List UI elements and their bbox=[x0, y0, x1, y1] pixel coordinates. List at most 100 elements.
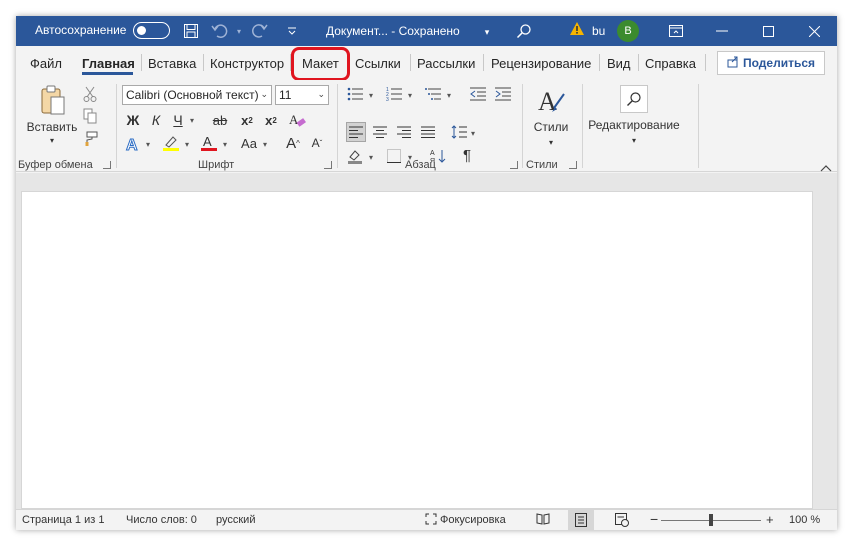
ribbon-display-icon[interactable] bbox=[653, 16, 699, 46]
tab-view[interactable]: Вид bbox=[607, 56, 631, 71]
customize-qat-icon[interactable] bbox=[281, 20, 303, 42]
search-icon[interactable] bbox=[513, 20, 535, 42]
svg-text:3: 3 bbox=[386, 97, 389, 101]
page-info[interactable]: Страница 1 из 1 bbox=[22, 514, 104, 526]
underline-button[interactable]: Ч bbox=[169, 111, 187, 129]
strikethrough-button[interactable]: ab bbox=[210, 111, 230, 129]
focus-icon[interactable] bbox=[425, 513, 437, 528]
font-color-dropdown-icon[interactable]: ▾ bbox=[219, 137, 229, 151]
line-spacing-icon[interactable] bbox=[450, 123, 468, 141]
justify-icon[interactable] bbox=[419, 123, 437, 141]
change-case-dropdown-icon[interactable]: ▾ bbox=[259, 137, 269, 151]
undo-dropdown-icon[interactable]: ▾ bbox=[228, 20, 250, 42]
font-size-select[interactable]: 11 ⌄ bbox=[275, 85, 329, 105]
close-icon[interactable] bbox=[791, 16, 837, 46]
styles-icon[interactable]: A bbox=[534, 84, 568, 118]
tab-review[interactable]: Рецензирование bbox=[491, 56, 591, 71]
tab-design[interactable]: Конструктор bbox=[210, 56, 284, 71]
warning-icon[interactable] bbox=[569, 21, 585, 37]
text-effects-dropdown-icon[interactable]: ▾ bbox=[142, 137, 152, 151]
underline-dropdown-icon[interactable]: ▾ bbox=[186, 113, 196, 127]
tab-help[interactable]: Справка bbox=[645, 56, 696, 71]
shrink-font-button[interactable]: Aˇ bbox=[308, 134, 326, 152]
shading-icon[interactable] bbox=[346, 147, 364, 165]
zoom-slider-thumb[interactable] bbox=[709, 514, 713, 526]
format-painter-icon[interactable] bbox=[81, 130, 99, 148]
redo-icon[interactable] bbox=[248, 20, 270, 42]
bullets-icon[interactable] bbox=[346, 85, 364, 103]
print-layout-icon[interactable] bbox=[575, 513, 587, 530]
align-left-icon[interactable] bbox=[347, 123, 365, 141]
shading-dropdown-icon[interactable]: ▾ bbox=[365, 150, 375, 164]
subscript-button[interactable]: x2 bbox=[237, 111, 257, 129]
svg-text:A: A bbox=[126, 137, 138, 153]
chevron-down-icon: ⌄ bbox=[317, 89, 325, 99]
tab-home[interactable]: Главная bbox=[82, 56, 135, 71]
text-effects-icon[interactable]: A bbox=[124, 134, 142, 154]
title-dropdown-icon[interactable]: ▾ bbox=[476, 21, 498, 43]
document-title[interactable]: Документ... - Сохранено bbox=[326, 24, 460, 38]
tab-mailings[interactable]: Рассылки bbox=[417, 56, 475, 71]
styles-dropdown-icon[interactable]: ▾ bbox=[545, 136, 557, 148]
decrease-indent-icon[interactable] bbox=[469, 85, 487, 103]
multilevel-dropdown-icon[interactable]: ▾ bbox=[443, 88, 453, 102]
superscript-button[interactable]: x2 bbox=[261, 111, 281, 129]
align-right-icon[interactable] bbox=[395, 123, 413, 141]
copy-icon[interactable] bbox=[81, 107, 99, 125]
paste-label[interactable]: Вставить bbox=[24, 120, 80, 134]
paste-dropdown-icon[interactable]: ▾ bbox=[46, 134, 58, 146]
document-page[interactable] bbox=[21, 191, 813, 509]
group-divider bbox=[337, 84, 338, 168]
font-color-icon[interactable]: A bbox=[199, 133, 219, 153]
numbering-icon[interactable]: 123 bbox=[385, 85, 403, 103]
read-mode-icon[interactable] bbox=[536, 513, 550, 528]
paragraph-launcher-icon[interactable] bbox=[510, 161, 518, 169]
zoom-level[interactable]: 100 % bbox=[789, 514, 820, 526]
grow-font-button[interactable]: A ^ bbox=[284, 134, 302, 152]
clipboard-launcher-icon[interactable] bbox=[103, 161, 111, 169]
save-icon[interactable] bbox=[180, 20, 202, 42]
borders-icon[interactable] bbox=[385, 147, 403, 165]
autosave-toggle[interactable] bbox=[133, 22, 170, 39]
zoom-out-button[interactable]: − bbox=[650, 511, 658, 527]
highlight-dropdown-icon[interactable]: ▾ bbox=[181, 137, 191, 151]
clear-formatting-icon[interactable]: A bbox=[287, 110, 307, 130]
focus-label[interactable]: Фокусировка bbox=[440, 514, 506, 526]
italic-button[interactable]: К bbox=[147, 111, 165, 129]
avatar[interactable]: B bbox=[617, 20, 639, 42]
pilcrow-icon[interactable]: ¶ bbox=[458, 146, 476, 164]
tab-file[interactable]: Файл bbox=[30, 56, 62, 71]
multilevel-list-icon[interactable] bbox=[424, 85, 442, 103]
bullets-dropdown-icon[interactable]: ▾ bbox=[365, 88, 375, 102]
vertical-scrollbar[interactable] bbox=[813, 173, 837, 509]
editing-label[interactable]: Редактирование bbox=[584, 118, 684, 132]
numbering-dropdown-icon[interactable]: ▾ bbox=[404, 88, 414, 102]
zoom-in-button[interactable]: + bbox=[766, 512, 774, 527]
font-launcher-icon[interactable] bbox=[324, 161, 332, 169]
user-initials[interactable]: bu bbox=[592, 24, 605, 38]
font-name-value: Calibri (Основной текст) bbox=[126, 88, 259, 102]
cut-icon[interactable] bbox=[81, 85, 99, 103]
font-name-select[interactable]: Calibri (Основной текст) ⌄ bbox=[122, 85, 272, 105]
web-layout-icon[interactable] bbox=[615, 513, 629, 530]
tab-references[interactable]: Ссылки bbox=[355, 56, 401, 71]
tab-insert[interactable]: Вставка bbox=[148, 56, 196, 71]
change-case-button[interactable]: Aa bbox=[238, 134, 260, 152]
line-spacing-dropdown-icon[interactable]: ▾ bbox=[467, 126, 477, 140]
highlight-color-icon[interactable] bbox=[161, 133, 181, 153]
minimize-icon[interactable] bbox=[699, 16, 745, 46]
share-button[interactable]: Поделиться bbox=[717, 51, 825, 75]
bold-button[interactable]: Ж bbox=[124, 111, 142, 129]
paste-icon[interactable] bbox=[38, 84, 68, 118]
language[interactable]: русский bbox=[216, 514, 255, 526]
maximize-icon[interactable] bbox=[745, 16, 791, 46]
tab-divider bbox=[599, 54, 600, 71]
editing-search-icon[interactable] bbox=[620, 85, 648, 113]
align-center-icon[interactable] bbox=[371, 123, 389, 141]
font-size-value: 11 bbox=[279, 88, 292, 102]
increase-indent-icon[interactable] bbox=[494, 85, 512, 103]
editing-dropdown-icon[interactable]: ▾ bbox=[628, 134, 640, 146]
styles-label[interactable]: Стили bbox=[528, 120, 574, 134]
word-count[interactable]: Число слов: 0 bbox=[126, 514, 197, 526]
styles-launcher-icon[interactable] bbox=[569, 161, 577, 169]
